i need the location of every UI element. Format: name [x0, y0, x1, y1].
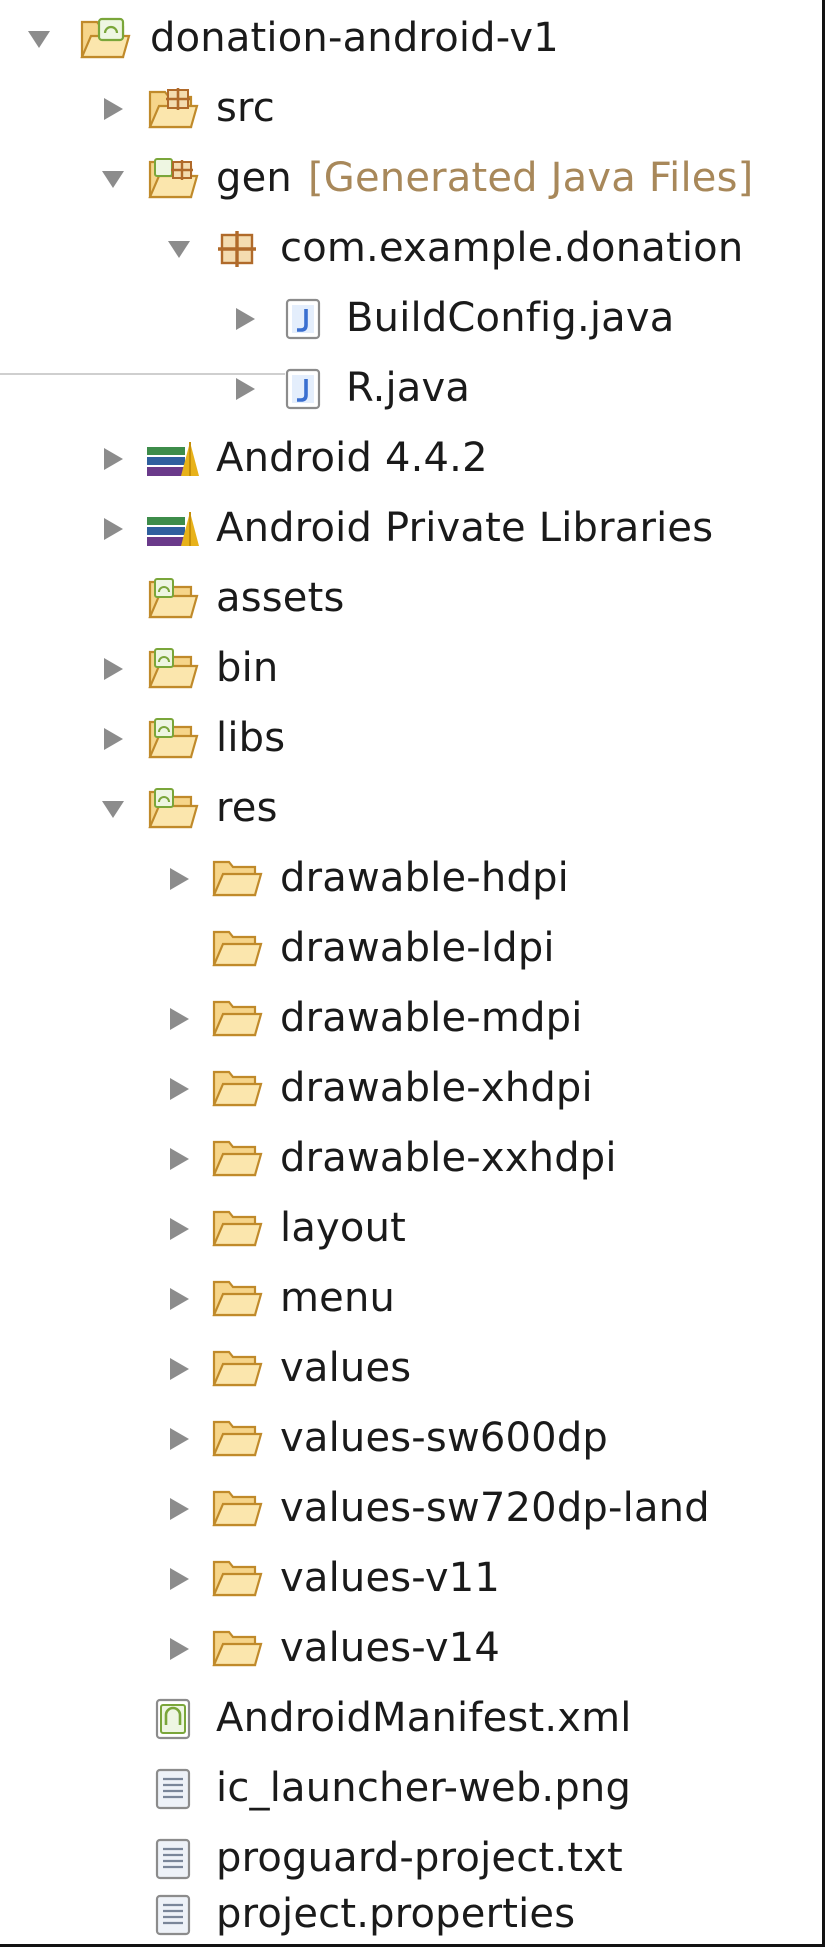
android-folder-icon [140, 634, 206, 703]
expand-arrow-right-icon[interactable] [96, 74, 130, 143]
folder-icon [204, 1614, 270, 1683]
expand-arrow-down-icon[interactable] [22, 4, 56, 73]
tree-label: values-sw720dp-land [280, 1485, 710, 1531]
package-explorer-panel: donation-android-v1 src gen [Generated J… [0, 0, 825, 1947]
expand-arrow-down-icon[interactable] [162, 214, 196, 283]
tree-label: gen [Generated Java Files] [216, 144, 753, 213]
expand-arrow-right-icon[interactable] [162, 1614, 196, 1683]
expand-arrow-right-icon[interactable] [162, 844, 196, 913]
expand-arrow-right-icon[interactable] [162, 1334, 196, 1403]
folder-icon [204, 914, 270, 983]
folder-icon [204, 1474, 270, 1543]
folder-icon [204, 1264, 270, 1333]
tree-label: Android 4.4.2 [216, 435, 488, 481]
tree-label-text: gen [216, 155, 292, 201]
tree-label: R.java [346, 365, 471, 411]
tree-label: src [216, 85, 275, 131]
expand-arrow-right-icon[interactable] [162, 1264, 196, 1333]
folder-icon [204, 984, 270, 1053]
package-icon [204, 214, 270, 283]
tree-label: project.properties [216, 1891, 576, 1937]
tree-label: drawable-xxhdpi [280, 1135, 617, 1181]
folder-icon [204, 1124, 270, 1193]
tree-label: BuildConfig.java [346, 295, 675, 341]
tree-label: drawable-hdpi [280, 855, 569, 901]
library-icon [140, 494, 206, 563]
expand-arrow-right-icon[interactable] [162, 1544, 196, 1613]
folder-icon [204, 1334, 270, 1403]
expand-arrow-right-icon[interactable] [162, 984, 196, 1053]
tree-label: res [216, 785, 278, 831]
tree-label: values-sw600dp [280, 1415, 609, 1461]
expand-arrow-right-icon[interactable] [96, 494, 130, 563]
tree-label: drawable-ldpi [280, 925, 555, 971]
tree-label: drawable-mdpi [280, 995, 583, 1041]
android-folder-icon [140, 704, 206, 773]
text-file-icon [140, 1880, 206, 1949]
folder-icon [204, 1544, 270, 1613]
android-folder-icon [140, 774, 206, 843]
tree-label: values-v11 [280, 1555, 501, 1601]
text-file-icon [140, 1754, 206, 1823]
tree-label: values [280, 1345, 412, 1391]
tree-label: layout [280, 1205, 407, 1251]
tree-label: Android Private Libraries [216, 505, 714, 551]
expand-arrow-right-icon[interactable] [162, 1194, 196, 1263]
expand-arrow-right-icon[interactable] [162, 1124, 196, 1193]
tree-label: ic_launcher-web.png [216, 1765, 632, 1811]
tree-label: assets [216, 575, 345, 621]
library-icon [140, 424, 206, 493]
tree-label: libs [216, 715, 286, 761]
tree-label: menu [280, 1275, 396, 1321]
android-project-icon [72, 4, 138, 73]
android-folder-icon [140, 564, 206, 633]
expand-arrow-right-icon[interactable] [228, 284, 262, 353]
expand-arrow-right-icon[interactable] [96, 424, 130, 493]
expand-arrow-down-icon[interactable] [96, 774, 130, 843]
folder-icon [204, 844, 270, 913]
folder-icon [204, 1054, 270, 1123]
expand-arrow-right-icon[interactable] [162, 1054, 196, 1123]
expand-arrow-right-icon[interactable] [228, 354, 262, 423]
expand-arrow-right-icon[interactable] [162, 1474, 196, 1543]
tree-label: bin [216, 645, 279, 691]
folder-icon [204, 1194, 270, 1263]
tree-label: AndroidManifest.xml [216, 1695, 632, 1741]
source-folder-icon [140, 74, 206, 143]
expand-arrow-down-icon[interactable] [96, 144, 130, 213]
folder-icon [204, 1404, 270, 1473]
android-manifest-icon [140, 1684, 206, 1753]
tree-label: com.example.donation [280, 225, 744, 271]
java-file-icon [270, 354, 336, 423]
android-source-folder-icon [140, 144, 206, 213]
expand-arrow-right-icon[interactable] [162, 1404, 196, 1473]
java-file-icon [270, 284, 336, 353]
tree-label: drawable-xhdpi [280, 1065, 593, 1111]
expand-arrow-right-icon[interactable] [96, 704, 130, 773]
tree-label: values-v14 [280, 1625, 501, 1671]
tree-label: donation-android-v1 [150, 15, 559, 61]
expand-arrow-right-icon[interactable] [96, 634, 130, 703]
generated-java-files-decoration: [Generated Java Files] [307, 155, 754, 201]
